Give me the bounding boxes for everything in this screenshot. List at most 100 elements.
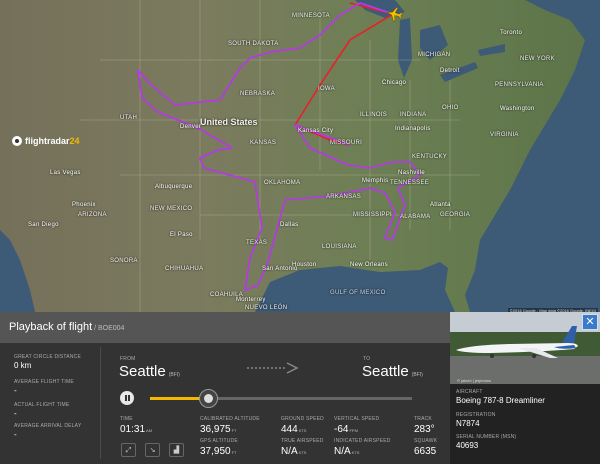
map-label-arkansas: ARKANSAS [326, 194, 362, 200]
from-city: Seattle [119, 363, 166, 380]
aircraft-label: AIRCRAFT [456, 389, 483, 395]
close-icon: ✕ [585, 315, 595, 328]
map-label-chihuahua: CHIHUAHUA [165, 266, 204, 272]
map-city-kansas-city: Kansas City [298, 128, 334, 134]
panel-title: Playback of flight / BOE004 [9, 321, 124, 333]
ground-speed-value: 444KTS [281, 424, 307, 435]
map-label-virginia: VIRGINIA [490, 132, 519, 138]
panel-header: Playback of flight / BOE004 [0, 312, 450, 343]
time-label: TIME [120, 416, 133, 422]
map-label-texas: TEXAS [246, 240, 268, 246]
true-airspeed-value: N/AKTS [281, 446, 307, 457]
map-city-san-antonio: San Antonio [262, 266, 298, 272]
playback-timeline[interactable] [150, 397, 412, 400]
expand-icon: ⤢ [125, 445, 132, 454]
graph-button[interactable]: ▟ [169, 443, 184, 457]
map-city-denver: Denver [180, 124, 202, 130]
chart-toggle-button[interactable]: ↘ [145, 443, 160, 457]
expand-button[interactable]: ⤢ [121, 443, 136, 457]
time-value: 01:31AM [120, 424, 153, 435]
avg-flight-time-label: AVERAGE FLIGHT TIME [14, 379, 74, 385]
map-label-alabama: ALABAMA [400, 214, 431, 220]
panel-divider [100, 347, 101, 459]
avg-arrival-delay-label: AVERAGE ARRIVAL DELAY [14, 423, 82, 429]
flight-number: / BOE004 [92, 325, 125, 332]
from-airport[interactable]: Seattle (BFI) [119, 363, 180, 380]
map-city-indianapolis: Indianapolis [395, 126, 431, 132]
map-city-albuquerque: Albuquerque [155, 184, 193, 190]
map-city-chicago: Chicago [382, 80, 407, 86]
map-label-kentucky: KENTUCKY [412, 154, 448, 160]
route-arrow-icon [247, 362, 299, 374]
distance-column: GREAT CIRCLE DISTANCE 0 km AVERAGE FLIGH… [0, 343, 100, 464]
map-city-new-orleans: New Orleans [350, 262, 388, 268]
gps-altitude-value: 37,950FT [200, 446, 237, 457]
map-label-nebraska: NEBRASKA [240, 91, 276, 97]
flight-map[interactable]: MINNESOTA SOUTH DAKOTA NEBRASKA United S… [0, 0, 600, 312]
map-city-phoenix: Phoenix [72, 202, 96, 208]
map-label-michigan: MICHIGAN [418, 52, 451, 58]
bar-chart-icon: ▟ [173, 446, 180, 454]
map-label-louisiana: LOUISIANA [322, 244, 357, 250]
aircraft-photo[interactable]: ✕ © jakubi | jetphotos [450, 312, 600, 384]
map-city-el-paso: El Paso [170, 232, 193, 238]
actual-flight-time-value: - [14, 409, 17, 418]
pause-button[interactable] [120, 391, 134, 405]
great-circle-value: 0 km [14, 361, 32, 370]
map-label-pennsylvania: PENNSYLVANIA [495, 82, 544, 88]
map-label-new-mexico: NEW MEXICO [150, 206, 193, 212]
radar-logo-icon [12, 136, 22, 146]
indicated-airspeed-label: INDICATED AIRSPEED [334, 438, 391, 444]
map-label-iowa: IOWA [318, 86, 335, 92]
map-label-utah: UTAH [120, 115, 138, 121]
map-label-tennessee: TENNESSEE [390, 180, 430, 186]
close-photo-button[interactable]: ✕ [582, 314, 598, 330]
serial-number-value: 40693 [456, 441, 479, 450]
playback-scrubber-handle[interactable] [198, 389, 218, 408]
map-label-nuevo-leon: NUEVO LEÓN [245, 305, 288, 311]
map-label-gulf: Gulf of Mexico [330, 290, 386, 296]
avg-flight-time-value: - [14, 386, 17, 395]
to-airport[interactable]: Seattle (BFI) [362, 363, 423, 380]
map-label-illinois: ILLINOIS [360, 112, 388, 118]
serial-number-label: SERIAL NUMBER (MSN) [456, 434, 517, 440]
map-city-detroit: Detroit [440, 68, 460, 74]
map-label-georgia: GEORGIA [440, 212, 471, 218]
map-label-ohio: OHIO [442, 105, 459, 111]
map-city-monterrey: Monterrey [236, 297, 266, 303]
map-label-kansas: KANSAS [250, 140, 277, 146]
map-city-dallas: Dallas [280, 222, 299, 228]
logo-text: flightradar24 [25, 136, 80, 146]
track-value: 283° [414, 424, 435, 435]
map-label-indiana: INDIANA [400, 112, 427, 118]
true-airspeed-label: TRUE AIRSPEED [281, 438, 324, 444]
to-label: TO [363, 356, 371, 362]
from-label: FROM [120, 356, 136, 362]
squawk-value: 6635 [414, 446, 437, 457]
registration-value: N7874 [456, 419, 480, 428]
map-label-oklahoma: OKLAHOMA [264, 180, 301, 186]
to-code: (BFI) [411, 372, 423, 378]
ground-speed-label: GROUND SPEED [281, 416, 324, 422]
avg-arrival-delay-value: - [14, 430, 17, 439]
map-label-missouri: MISSOURI [330, 140, 363, 146]
chart-icon: ↘ [149, 446, 156, 454]
aircraft-info-pane: ✕ © jakubi | jetphotos AIRCRAFT Boeing 7… [450, 312, 600, 464]
map-city-memphis: Memphis [362, 178, 389, 184]
indicated-airspeed-value: N/AKTS [334, 446, 360, 457]
map-city-atlanta: Atlanta [430, 202, 451, 208]
map-label-minnesota: MINNESOTA [292, 13, 330, 19]
great-circle-label: GREAT CIRCLE DISTANCE [14, 354, 81, 360]
flightradar24-logo[interactable]: flightradar24 [12, 136, 80, 146]
panel-title-text: Playback of flight [9, 321, 93, 333]
map-label-sonora: SONORA [110, 258, 138, 264]
calibrated-altitude-value: 36,975FT [200, 424, 237, 435]
vertical-speed-value: -64FPM [334, 424, 358, 435]
calibrated-altitude-label: CALIBRATED ALTITUDE [200, 416, 260, 422]
map-city-las-vegas: Las Vegas [50, 170, 81, 176]
map-city-nashville: Nashville [398, 170, 426, 176]
map-label-united-states: United States [200, 117, 258, 127]
squawk-label: SQUAWK [414, 438, 438, 444]
map-label-mississippi: MISSISSIPPI [353, 212, 392, 218]
to-city: Seattle [362, 363, 409, 380]
